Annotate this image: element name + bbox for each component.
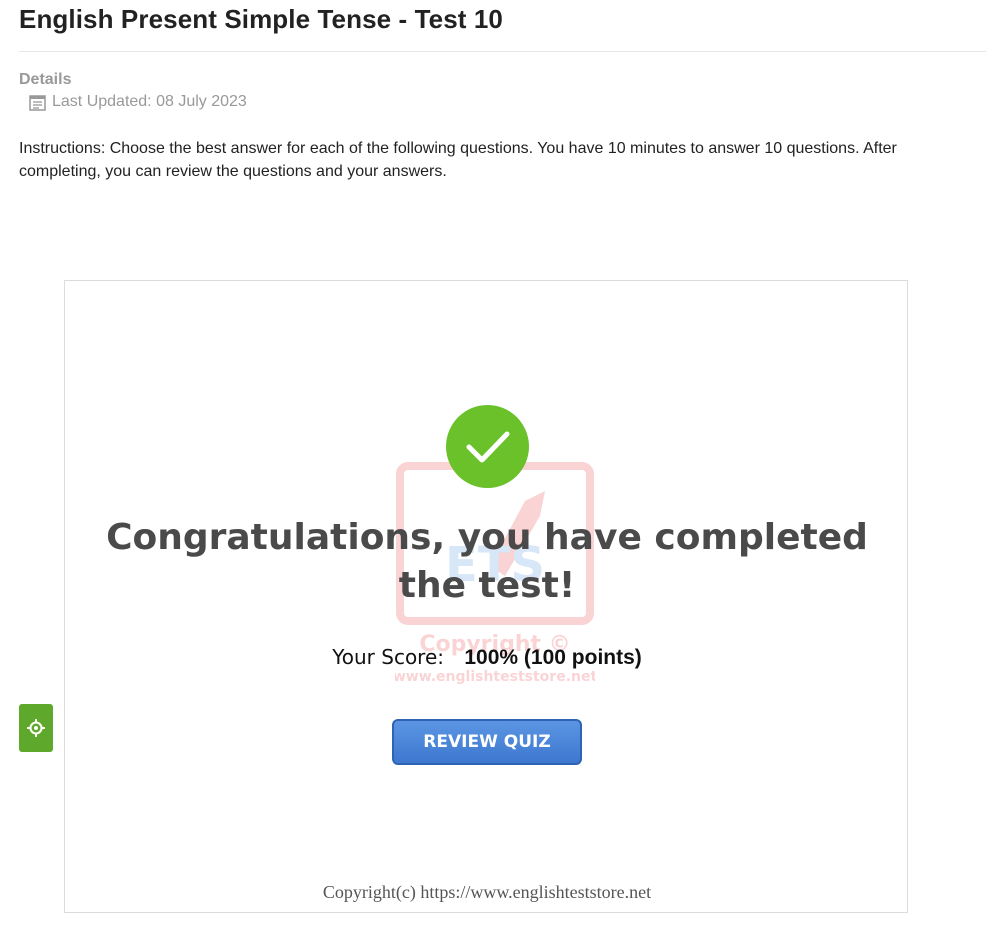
svg-text:www.englishteststore.net: www.englishteststore.net [395, 669, 595, 685]
quiz-result-panel: ETS Copyright © www.englishteststore.net… [64, 280, 908, 913]
calendar-icon [29, 94, 46, 111]
review-quiz-button[interactable]: REVIEW QUIZ [392, 719, 582, 765]
checkmark-icon [466, 431, 509, 462]
score-value: 100% (100 points) [464, 646, 642, 669]
success-check-badge [446, 405, 529, 488]
instructions-text: Instructions: Choose the best answer for… [19, 140, 897, 180]
copyright-text: Copyright(c) https://www.englishteststor… [322, 882, 652, 902]
title-divider [19, 51, 986, 52]
last-updated-row: Last Updated: 08 July 2023 [29, 93, 247, 111]
page-title: English Present Simple Tense - Test 10 [19, 4, 503, 34]
score-label: Your Score: [332, 645, 445, 669]
score-row: Your Score: 100% (100 points) [65, 645, 909, 670]
gear-icon [27, 719, 45, 737]
last-updated-text: Last Updated: 08 July 2023 [52, 93, 247, 110]
congratulations-heading: Congratulations, you have completed the … [106, 517, 868, 606]
details-label: Details [19, 71, 72, 88]
settings-side-tab[interactable] [19, 704, 53, 752]
